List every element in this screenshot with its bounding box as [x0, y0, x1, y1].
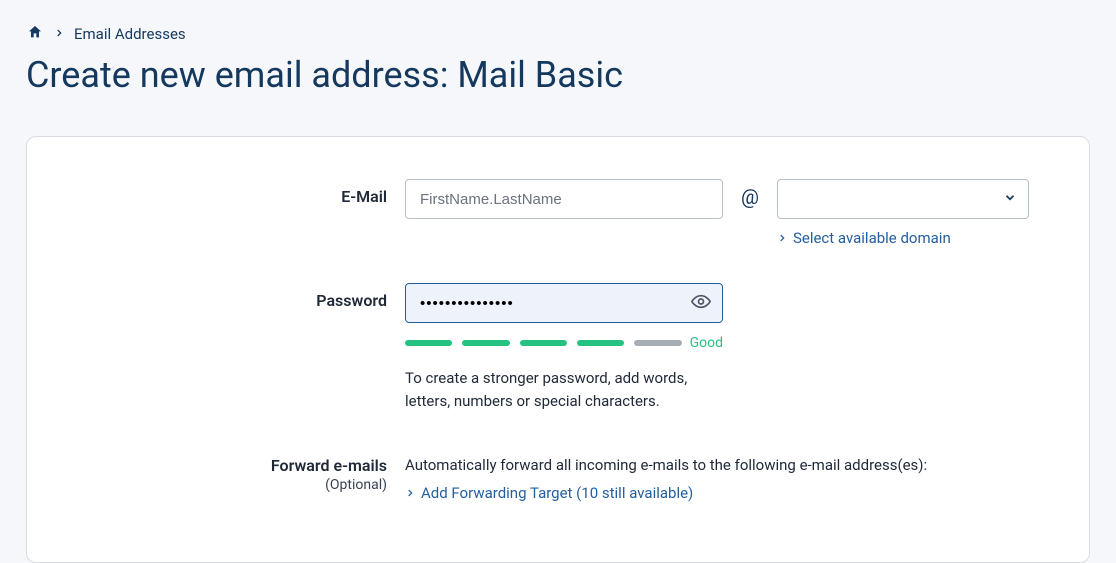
strength-bar	[577, 340, 624, 346]
email-local-input[interactable]	[405, 179, 723, 219]
toggle-password-visibility[interactable]	[687, 288, 715, 319]
add-forwarding-target-link[interactable]: Add Forwarding Target (10 still availabl…	[421, 484, 693, 502]
breadcrumb: Email Addresses	[26, 24, 1090, 44]
at-symbol: @	[741, 179, 759, 209]
password-label: Password	[316, 291, 387, 310]
password-input[interactable]	[405, 283, 723, 323]
strength-bar	[520, 340, 567, 346]
domain-select[interactable]	[777, 179, 1029, 219]
form-card: E-Mail @	[26, 136, 1090, 563]
forward-label: Forward e-mails	[271, 456, 387, 475]
strength-bar	[405, 340, 452, 346]
select-domain-link[interactable]: Select available domain	[793, 229, 951, 247]
chevron-right-icon	[54, 25, 64, 43]
chevron-right-icon	[777, 232, 787, 244]
password-strength-meter: Good	[405, 335, 723, 351]
strength-bar	[462, 340, 509, 346]
email-label: E-Mail	[341, 187, 387, 206]
password-hint: To create a stronger password, add words…	[405, 367, 725, 412]
breadcrumb-home-link[interactable]	[26, 24, 44, 44]
breadcrumb-email-addresses[interactable]: Email Addresses	[74, 25, 186, 43]
forward-description: Automatically forward all incoming e-mai…	[405, 456, 1029, 474]
chevron-right-icon	[405, 487, 415, 499]
forward-optional: (Optional)	[87, 477, 387, 493]
eye-icon	[691, 292, 711, 315]
page-title: Create new email address: Mail Basic	[26, 54, 1090, 96]
strength-bar	[634, 340, 681, 346]
password-strength-label: Good	[690, 335, 723, 351]
home-icon	[26, 26, 44, 44]
